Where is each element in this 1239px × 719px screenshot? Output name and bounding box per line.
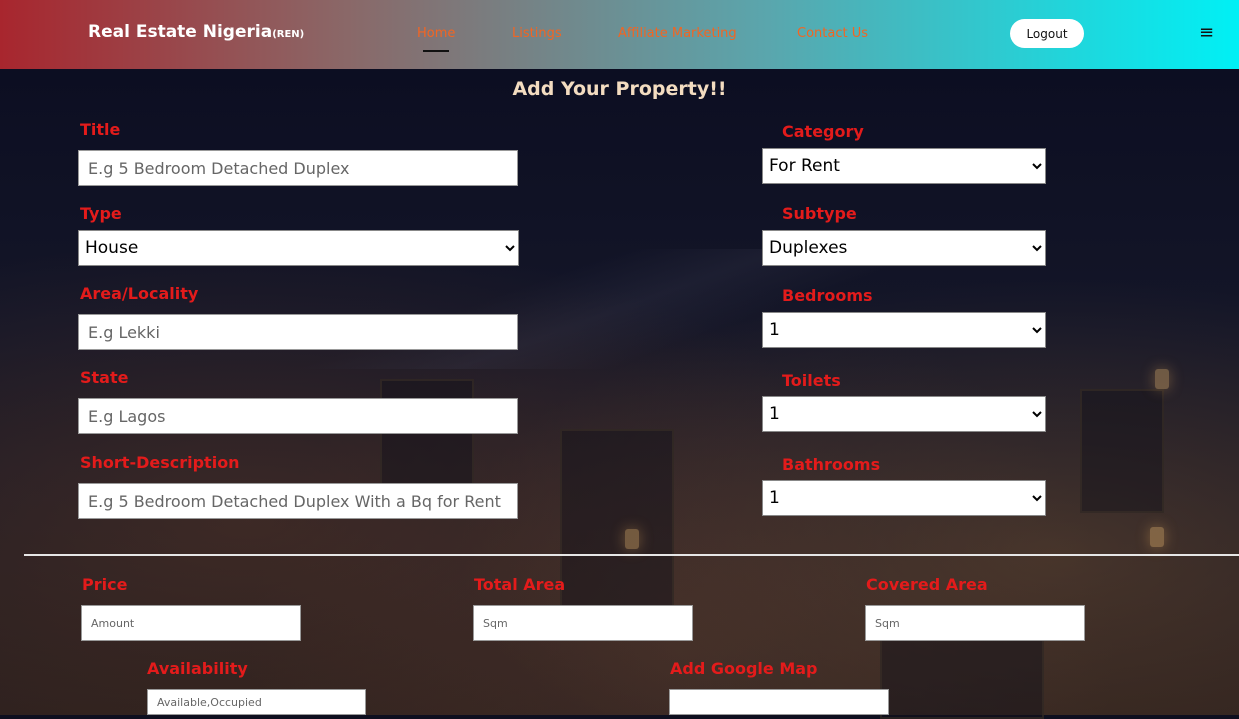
logout-button[interactable]: Logout bbox=[1010, 19, 1084, 48]
covered-area-input[interactable] bbox=[865, 605, 1085, 641]
short-description-input[interactable] bbox=[78, 483, 518, 519]
area-label: Area/Locality bbox=[80, 284, 199, 303]
type-select[interactable]: House bbox=[78, 230, 519, 266]
short-description-label: Short-Description bbox=[80, 453, 240, 472]
state-label: State bbox=[80, 368, 129, 387]
area-input[interactable] bbox=[78, 314, 518, 350]
nav-link-listings[interactable]: Listings bbox=[512, 26, 562, 41]
title-input[interactable] bbox=[78, 150, 518, 186]
lamp bbox=[625, 529, 639, 549]
title-label: Title bbox=[80, 120, 121, 139]
page-title: Add Your Property!! bbox=[512, 78, 727, 100]
nav-link-affiliate-marketing[interactable]: Affiliate Marketing bbox=[618, 26, 737, 41]
toilets-label: Toilets bbox=[782, 371, 841, 390]
lamp bbox=[1155, 369, 1169, 389]
subtype-label: Subtype bbox=[782, 204, 857, 223]
roof-shape bbox=[0, 249, 1239, 369]
window bbox=[880, 629, 1044, 719]
toilets-select[interactable]: 1 bbox=[762, 396, 1046, 432]
availability-input[interactable] bbox=[147, 689, 366, 715]
nav-link-home[interactable]: Home bbox=[417, 26, 455, 52]
total-area-label: Total Area bbox=[474, 575, 566, 594]
availability-label: Availability bbox=[147, 659, 248, 678]
section-divider bbox=[24, 554, 1239, 556]
price-input[interactable] bbox=[81, 605, 301, 641]
category-label: Category bbox=[782, 122, 864, 141]
category-select[interactable]: For Rent bbox=[762, 148, 1046, 184]
nav-link-contact-us[interactable]: Contact Us bbox=[797, 26, 868, 41]
google-map-input[interactable] bbox=[669, 689, 889, 715]
google-map-label: Add Google Map bbox=[670, 659, 818, 678]
brand-suffix: (REN) bbox=[272, 29, 305, 40]
covered-area-label: Covered Area bbox=[866, 575, 988, 594]
bedrooms-select[interactable]: 1 bbox=[762, 312, 1046, 348]
bedrooms-label: Bedrooms bbox=[782, 286, 873, 305]
navbar: Real Estate Nigeria(REN) Home Listings A… bbox=[0, 0, 1239, 69]
type-label: Type bbox=[80, 204, 122, 223]
hamburger-icon[interactable]: ≡ bbox=[1199, 24, 1214, 42]
subtype-select[interactable]: Duplexes bbox=[762, 230, 1046, 266]
bathrooms-select[interactable]: 1 bbox=[762, 480, 1046, 516]
window bbox=[1080, 389, 1164, 513]
total-area-input[interactable] bbox=[473, 605, 693, 641]
lamp bbox=[1150, 527, 1164, 547]
price-label: Price bbox=[82, 575, 128, 594]
brand-logo[interactable]: Real Estate Nigeria(REN) bbox=[88, 22, 304, 42]
window bbox=[560, 429, 674, 613]
brand-name: Real Estate Nigeria bbox=[88, 22, 273, 42]
state-input[interactable] bbox=[78, 398, 518, 434]
bathrooms-label: Bathrooms bbox=[782, 455, 881, 474]
